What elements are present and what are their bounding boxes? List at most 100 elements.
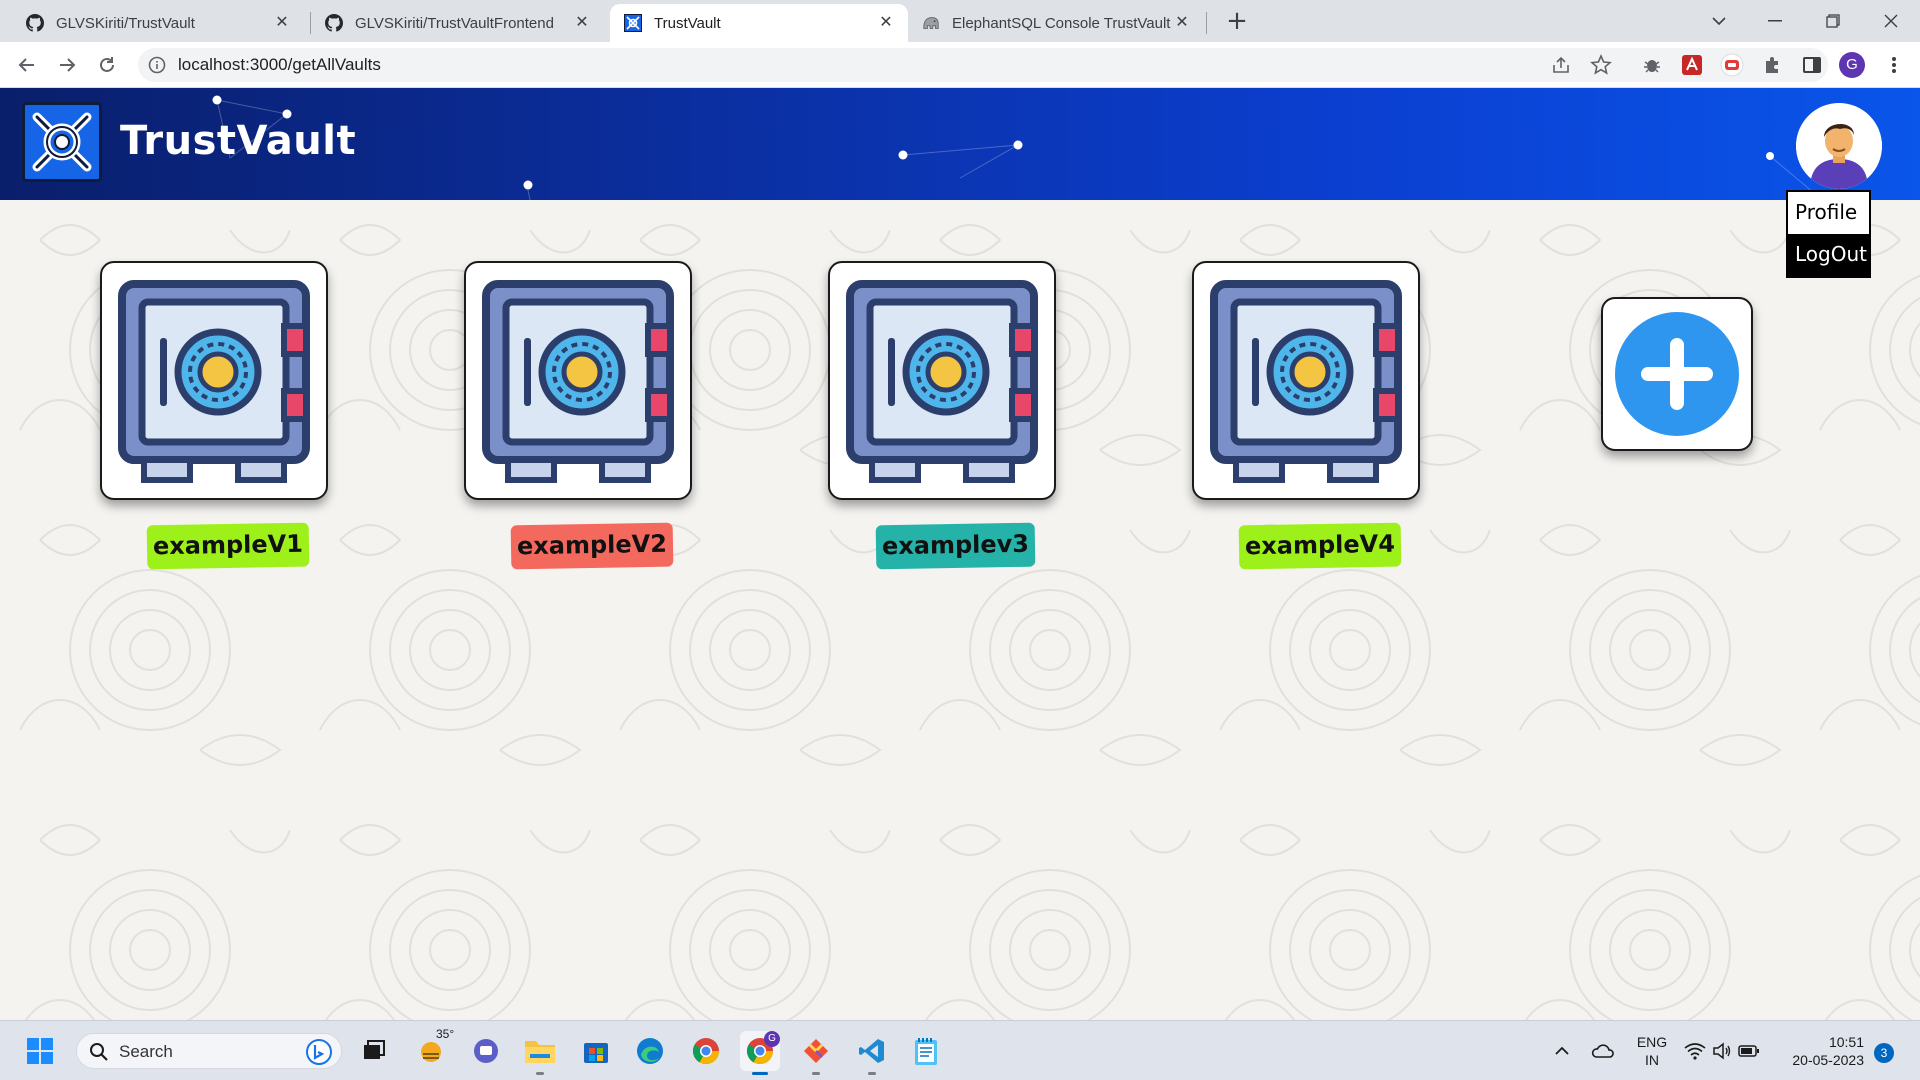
back-button[interactable] — [12, 50, 42, 80]
taskbar-search[interactable]: Search — [76, 1033, 342, 1069]
arrow-left-icon — [18, 58, 34, 72]
weather-widget[interactable]: 35° — [412, 1027, 457, 1071]
safe-icon — [118, 279, 310, 483]
kebab-menu-icon[interactable] — [1880, 51, 1908, 79]
add-vault-button[interactable] — [1601, 297, 1753, 451]
github-icon — [325, 14, 343, 32]
close-icon[interactable]: ✕ — [274, 15, 290, 31]
minimize-button[interactable] — [1752, 0, 1798, 42]
edge-browser-icon[interactable] — [630, 1031, 670, 1071]
reload-button[interactable] — [92, 50, 122, 80]
vault-card[interactable] — [828, 261, 1056, 500]
vscode-icon[interactable] — [852, 1031, 892, 1075]
tab-trustvault[interactable]: TrustVault ✕ — [610, 4, 908, 42]
running-indicator — [536, 1072, 544, 1075]
browser-tab-strip: GLVSKiriti/TrustVault ✕ GLVSKiriti/Trust… — [0, 0, 1920, 42]
notification-badge[interactable]: 3 — [1874, 1043, 1894, 1063]
vault-name-label[interactable]: examplev3 — [875, 522, 1036, 570]
close-icon[interactable]: ✕ — [878, 15, 894, 31]
record-extension-icon[interactable] — [1718, 51, 1746, 79]
safe-icon — [1210, 279, 1402, 483]
tab-search-chevron-icon[interactable] — [1696, 0, 1742, 42]
vault-name-label[interactable]: exampleV2 — [510, 522, 674, 570]
bookmark-star-icon[interactable] — [1590, 53, 1612, 80]
clock-time: 10:51 — [1828, 1034, 1864, 1050]
arrow-right-icon — [60, 58, 76, 72]
brand-title: TrustVault — [120, 118, 357, 164]
clock[interactable]: 10:51 20-05-2023 — [1780, 1033, 1864, 1069]
search-label: Search — [119, 1042, 173, 1061]
vaults-area: exampleV1 exampleV2 examplev3 exampleV4 — [0, 200, 1920, 1020]
search-icon — [90, 1043, 108, 1061]
share-icon[interactable] — [1551, 55, 1571, 79]
vault-name-label[interactable]: exampleV1 — [146, 522, 310, 570]
input-language[interactable]: ENG IN — [1632, 1033, 1672, 1069]
task-view-icon[interactable] — [354, 1031, 394, 1071]
vault-card[interactable] — [100, 261, 328, 500]
tab-title: ElephantSQL Console TrustVault — [952, 14, 1171, 32]
user-avatar[interactable] — [1796, 103, 1882, 189]
teams-chat-icon[interactable] — [466, 1031, 506, 1071]
vault-card[interactable] — [464, 261, 692, 500]
language-code: ENG — [1636, 1034, 1668, 1050]
chrome-icon[interactable] — [686, 1031, 726, 1071]
plus-icon — [1615, 312, 1739, 436]
microsoft-store-icon[interactable] — [576, 1031, 616, 1071]
windows-taskbar: Search 35° G ENG IN 10:51 20-05-2023 3 — [0, 1020, 1920, 1080]
browser-toolbar: localhost:3000/getAllVaults G — [0, 42, 1920, 88]
logout-menu-item[interactable]: LogOut — [1788, 234, 1869, 276]
battery-icon — [1738, 1045, 1759, 1057]
weather-temp: 35° — [434, 1027, 457, 1041]
tab-github-trustvaultfrontend[interactable]: GLVSKiriti/TrustVaultFrontend ✕ — [311, 4, 604, 42]
vault-handle-icon — [32, 112, 92, 172]
clock-date: 20-05-2023 — [1792, 1052, 1864, 1068]
profile-initial: G — [1839, 52, 1865, 78]
restore-button[interactable] — [1810, 0, 1856, 42]
vault-card[interactable] — [1192, 261, 1420, 500]
address-bar[interactable]: localhost:3000/getAllVaults — [138, 48, 1828, 82]
running-indicator — [812, 1072, 820, 1075]
tray-chevron-up-icon[interactable] — [1542, 1031, 1582, 1071]
github-icon — [26, 14, 44, 32]
url-text[interactable]: localhost:3000/getAllVaults — [178, 55, 381, 75]
tab-github-trustvault[interactable]: GLVSKiriti/TrustVault ✕ — [12, 4, 304, 42]
chrome-profile-icon[interactable]: G — [740, 1031, 780, 1075]
running-indicator — [868, 1072, 876, 1075]
tab-title: TrustVault — [654, 14, 721, 32]
red-extension-icon[interactable] — [1678, 51, 1706, 79]
language-region: IN — [1645, 1052, 1659, 1068]
close-window-button[interactable] — [1868, 0, 1914, 42]
notepad-icon[interactable] — [906, 1031, 946, 1071]
tab-separator — [1206, 12, 1207, 34]
close-icon[interactable]: ✕ — [574, 15, 590, 31]
profile-menu-item[interactable]: Profile — [1788, 192, 1869, 234]
start-button[interactable] — [20, 1031, 60, 1071]
vault-name-label[interactable]: exampleV4 — [1238, 522, 1402, 570]
tab-elephantsql[interactable]: ElephantSQL Console TrustVault ✕ — [908, 4, 1204, 42]
wifi-icon — [1684, 1043, 1706, 1060]
bing-icon — [306, 1039, 332, 1065]
side-panel-icon[interactable] — [1798, 51, 1826, 79]
onedrive-cloud-icon[interactable] — [1582, 1031, 1622, 1071]
profile-avatar-button[interactable]: G — [1838, 51, 1866, 79]
tab-title: GLVSKiriti/TrustVaultFrontend — [355, 14, 554, 32]
extensions-puzzle-icon[interactable] — [1758, 51, 1786, 79]
reload-icon — [100, 57, 114, 72]
elephant-icon — [922, 14, 940, 32]
info-icon[interactable] — [148, 56, 166, 78]
new-tab-button[interactable]: + — [1222, 7, 1252, 37]
running-indicator — [752, 1072, 768, 1075]
forward-button[interactable] — [52, 50, 82, 80]
git-tool-icon[interactable] — [796, 1031, 836, 1075]
profile-dropdown-menu: Profile LogOut — [1786, 190, 1871, 278]
close-icon[interactable]: ✕ — [1174, 15, 1190, 31]
user-avatar-icon — [1796, 103, 1882, 189]
file-explorer-icon[interactable] — [520, 1031, 560, 1075]
tab-title: GLVSKiriti/TrustVault — [56, 14, 195, 32]
network-volume-battery[interactable] — [1676, 1031, 1768, 1071]
volume-icon — [1713, 1042, 1731, 1060]
trustvault-logo[interactable] — [22, 102, 102, 182]
chrome-profile-badge: G — [764, 1031, 780, 1047]
windows-logo-icon — [27, 1038, 53, 1064]
bug-extension-icon[interactable] — [1638, 51, 1666, 79]
